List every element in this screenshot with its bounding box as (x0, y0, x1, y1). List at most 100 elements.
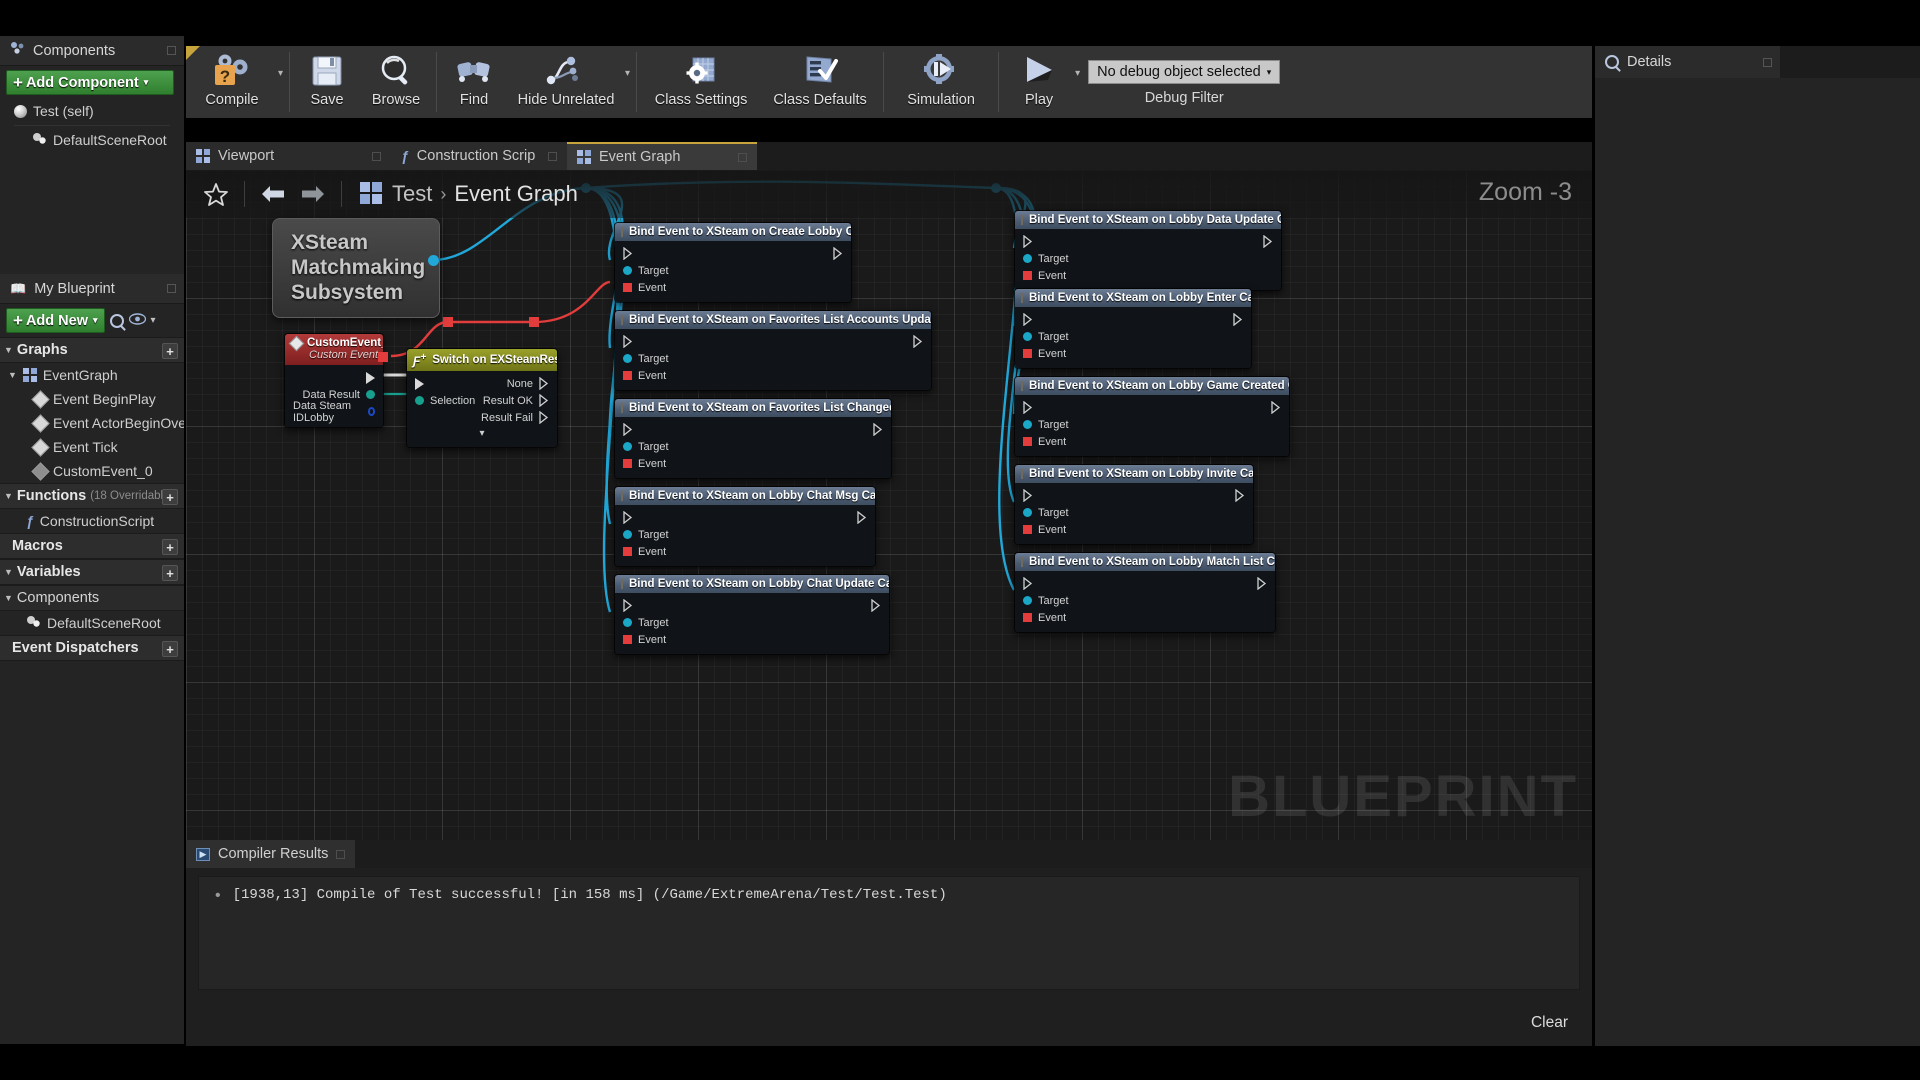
pin-target[interactable]: Target (623, 529, 669, 541)
add-component-button[interactable]: + Add Component ▾ (6, 70, 174, 95)
exec-input-pin[interactable] (415, 377, 424, 390)
component-tree-item-test-self[interactable]: Test (self) (6, 99, 178, 123)
simulation-button[interactable]: Simulation (888, 46, 994, 118)
expand-node-caret-icon[interactable]: ▾ (407, 426, 557, 439)
breadcrumb-current[interactable]: Event Graph (454, 181, 578, 207)
pin-target[interactable]: Target (623, 617, 669, 629)
exec-input-pin[interactable] (1023, 577, 1033, 590)
chevron-down-icon[interactable]: ▾ (151, 315, 156, 326)
pin-target[interactable]: Target (623, 353, 669, 365)
exec-output-pin[interactable] (913, 335, 923, 348)
pin-selection[interactable]: Selection (415, 395, 475, 407)
back-arrow-icon[interactable] (255, 177, 291, 211)
tree-item-event-beginplay[interactable]: Event BeginPlay (0, 387, 184, 411)
close-icon[interactable] (372, 151, 381, 161)
close-icon[interactable] (336, 849, 346, 859)
pin-event[interactable]: Event (1023, 524, 1066, 536)
exec-input-pin[interactable] (623, 423, 633, 436)
exec-input-pin[interactable] (1023, 235, 1033, 248)
tree-item-event-tick[interactable]: Event Tick (0, 435, 184, 459)
find-button[interactable]: Find (441, 46, 507, 118)
pin-target[interactable]: Target (1023, 253, 1069, 265)
eye-icon[interactable] (128, 312, 146, 330)
pin-event[interactable]: Event (1023, 270, 1066, 282)
add-function-button[interactable]: + (162, 489, 178, 505)
exec-input-pin[interactable] (1023, 401, 1033, 414)
add-variable-button[interactable]: + (162, 565, 178, 581)
debug-object-select[interactable]: No debug object selected ▾ (1088, 60, 1281, 84)
close-icon[interactable] (548, 151, 557, 161)
exec-input-pin[interactable] (1023, 313, 1033, 326)
save-button[interactable]: Save (294, 46, 360, 118)
pin-target[interactable]: Target (623, 441, 669, 453)
tree-item-constructionscript[interactable]: ƒ ConstructionScript (0, 509, 184, 533)
pin-event[interactable]: Event (623, 546, 666, 558)
exec-input-pin[interactable] (623, 247, 633, 260)
exec-output-pin[interactable] (366, 371, 375, 384)
node-bind-lobby-chat-update[interactable]: Bind Event to XSteam on Lobby Chat Updat… (614, 574, 890, 655)
node-bind-lobby-game-created[interactable]: Bind Event to XSteam on Lobby Game Creat… (1014, 376, 1290, 457)
clear-button[interactable]: Clear (1531, 1014, 1568, 1032)
exec-output-pin[interactable] (873, 423, 883, 436)
pin-data-steam-idlobby[interactable]: Data Steam IDLobby (293, 400, 375, 424)
exec-input-pin[interactable] (623, 335, 633, 348)
play-dropdown-icon[interactable]: ▾ (1075, 68, 1080, 79)
my-blueprint-panel-header[interactable]: 📖 My Blueprint (0, 274, 184, 304)
breadcrumb-root[interactable]: Test (392, 181, 432, 207)
hide-unrelated-button[interactable]: Hide Unrelated (507, 46, 625, 118)
switch-output-result-ok[interactable]: Result OK (483, 394, 549, 407)
class-defaults-button[interactable]: Class Defaults (761, 46, 879, 118)
tree-item-default-scene-root[interactable]: DefaultSceneRoot (0, 611, 184, 635)
pin-event[interactable]: Event (623, 370, 666, 382)
pin-event[interactable]: Event (1023, 612, 1066, 624)
exec-input-pin[interactable] (623, 511, 633, 524)
components-panel-close-icon[interactable] (167, 46, 176, 55)
node-bind-favorites-list-changed[interactable]: Bind Event to XSteam on Favorites List C… (614, 398, 892, 479)
exec-output-pin[interactable] (1233, 313, 1243, 326)
compile-dropdown-icon[interactable]: ▾ (278, 68, 283, 79)
compiler-output-list[interactable]: • [1938,13] Compile of Test successful! … (198, 876, 1580, 990)
tree-item-customevent-0[interactable]: CustomEvent_0 (0, 459, 184, 483)
event-graph-canvas[interactable]: Test › Event Graph Zoom -3 BLUEPRINT XSt… (186, 170, 1592, 840)
pin-event[interactable]: Event (1023, 436, 1066, 448)
tab-compiler-results[interactable]: ▶ Compiler Results (186, 840, 356, 868)
switch-output-none[interactable]: None (507, 377, 549, 390)
component-tree-item-default-scene-root[interactable]: DefaultSceneRoot (6, 128, 178, 152)
section-header-functions[interactable]: ▼ Functions (18 Overridable) + (0, 483, 184, 509)
forward-arrow-icon[interactable] (295, 177, 331, 211)
tree-item-event-actorbeginoverlap[interactable]: Event ActorBeginOverlap (0, 411, 184, 435)
pin-target[interactable]: Target (1023, 595, 1069, 607)
exec-output-pin[interactable] (857, 511, 867, 524)
switch-output-result-fail[interactable]: Result Fail (481, 411, 549, 424)
class-settings-button[interactable]: Class Settings (641, 46, 761, 118)
browse-button[interactable]: Browse (360, 46, 432, 118)
pin-target[interactable]: Target (1023, 507, 1069, 519)
add-macro-button[interactable]: + (162, 539, 178, 555)
node-bind-create-lobby[interactable]: Bind Event to XSteam on Create Lobby Cal… (614, 222, 852, 303)
add-event-dispatcher-button[interactable]: + (162, 641, 178, 657)
compile-button[interactable]: ? Compile (186, 46, 278, 118)
tab-details[interactable]: Details (1595, 46, 1780, 78)
node-bind-lobby-match-list[interactable]: Bind Event to XSteam on Lobby Match List… (1014, 552, 1276, 633)
node-bind-favorites-list-accounts-updated[interactable]: Bind Event to XSteam on Favorites List A… (614, 310, 932, 391)
tab-construction-script[interactable]: ƒ Construction Scrip (391, 142, 567, 170)
node-bind-lobby-invite[interactable]: Bind Event to XSteam on Lobby Invite Cal… (1014, 464, 1254, 545)
section-header-components[interactable]: ▼ Components (0, 585, 184, 611)
add-graph-button[interactable]: + (162, 343, 178, 359)
exec-input-pin[interactable] (623, 599, 633, 612)
node-customevent-0[interactable]: CustomEvent_0 Custom Event Data Result D… (284, 333, 384, 428)
exec-output-pin[interactable] (871, 599, 881, 612)
search-icon[interactable] (109, 313, 124, 328)
pin-event[interactable]: Event (623, 634, 666, 646)
section-header-variables[interactable]: ▼ Variables + (0, 559, 184, 585)
pin-event[interactable]: Event (1023, 348, 1066, 360)
components-panel-header[interactable]: Components (0, 36, 184, 66)
add-new-button[interactable]: + Add New ▾ (6, 308, 105, 333)
hide-unrelated-dropdown-icon[interactable]: ▾ (625, 68, 630, 79)
pin-event[interactable]: Event (623, 282, 666, 294)
node-bind-lobby-chat-msg[interactable]: Bind Event to XSteam on Lobby Chat Msg C… (614, 486, 876, 567)
tree-item-eventgraph[interactable]: ▼ EventGraph (0, 363, 184, 387)
pin-target[interactable]: Target (623, 265, 669, 277)
section-header-graphs[interactable]: ▼ Graphs + (0, 337, 184, 363)
exec-output-pin[interactable] (1263, 235, 1273, 248)
